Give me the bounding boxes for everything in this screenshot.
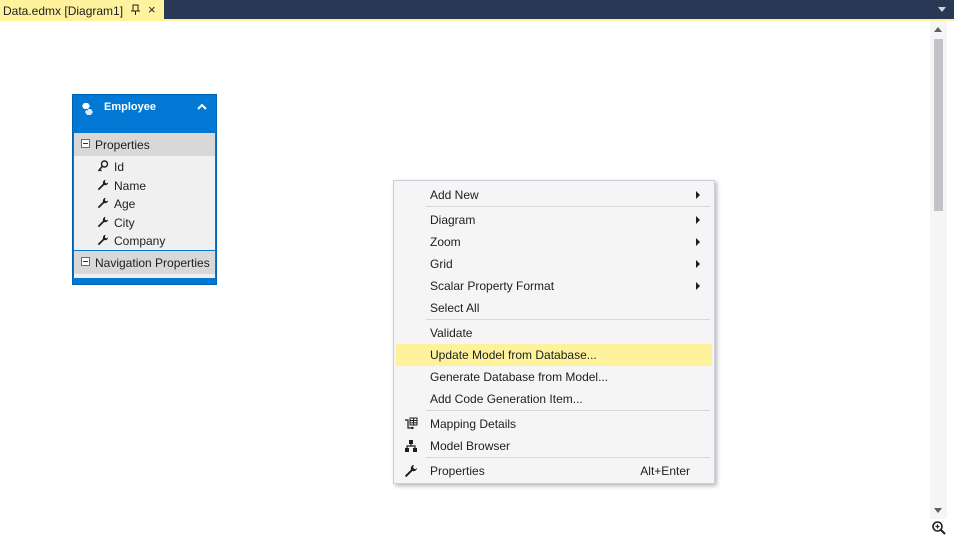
wrench-icon (97, 234, 109, 246)
model-browser-icon (405, 440, 417, 452)
zoom-icon[interactable] (931, 520, 947, 536)
collapse-minus-icon[interactable] (81, 139, 90, 148)
menu-item-grid[interactable]: Grid (396, 253, 712, 275)
menu-item-validate[interactable]: Validate (396, 322, 712, 344)
menu-item-label: Zoom (430, 235, 461, 249)
properties-section-header[interactable]: Properties (74, 133, 215, 156)
menu-separator (426, 319, 710, 320)
scrollbar-thumb[interactable] (934, 39, 943, 211)
menu-separator (426, 410, 710, 411)
property-label: Age (114, 197, 136, 211)
menu-item-add-code-generation-item[interactable]: Add Code Generation Item... (396, 388, 712, 410)
entity-type-icon (82, 103, 93, 115)
menu-item-update-model-from-database[interactable]: Update Model from Database... (396, 344, 712, 366)
submenu-arrow-icon (696, 260, 700, 268)
document-tab[interactable]: Data.edmx [Diagram1] × (0, 0, 164, 21)
menu-item-label: Grid (430, 257, 453, 271)
key-icon (97, 160, 109, 172)
navigation-section-label: Navigation Properties (95, 256, 210, 270)
menu-item-diagram[interactable]: Diagram (396, 209, 712, 231)
wrench-icon (404, 464, 418, 478)
entity-body: Properties Id Name Age City Company Navi… (74, 133, 215, 278)
menu-separator (426, 206, 710, 207)
property-item[interactable]: Age (74, 195, 215, 213)
vertical-scrollbar[interactable] (930, 21, 947, 519)
menu-item-label: Mapping Details (430, 417, 517, 431)
property-item[interactable]: Company (74, 232, 215, 250)
menu-item-scalar-property-format[interactable]: Scalar Property Format (396, 275, 712, 297)
menu-item-label: Add New (430, 188, 479, 202)
document-tab-strip: Data.edmx [Diagram1] × (0, 0, 954, 21)
menu-item-model-browser[interactable]: Model Browser (396, 435, 712, 457)
submenu-arrow-icon (696, 216, 700, 224)
context-menu: Add New Diagram Zoom Grid Scalar Propert… (393, 180, 715, 484)
property-label: Company (114, 234, 166, 248)
menu-item-properties[interactable]: Properties Alt+Enter (396, 460, 712, 482)
menu-item-zoom[interactable]: Zoom (396, 231, 712, 253)
wrench-icon (97, 179, 109, 191)
menu-item-label: Add Code Generation Item... (430, 392, 583, 406)
wrench-icon (97, 216, 109, 228)
menu-item-select-all[interactable]: Select All (396, 297, 712, 319)
document-tab-title: Data.edmx [Diagram1] (3, 3, 124, 18)
submenu-arrow-icon (696, 191, 700, 199)
collapse-chevron-icon[interactable] (197, 103, 207, 111)
scroll-down-icon[interactable] (934, 508, 942, 513)
menu-item-label: Generate Database from Model... (430, 370, 609, 384)
wrench-icon (97, 197, 109, 209)
menu-item-label: Scalar Property Format (430, 279, 555, 293)
menu-item-label: Properties (430, 464, 485, 478)
menu-item-add-new[interactable]: Add New (396, 184, 712, 206)
navigation-section-header[interactable]: Navigation Properties (74, 251, 215, 274)
menu-item-label: Model Browser (430, 439, 511, 453)
menu-item-label: Validate (430, 326, 473, 340)
entity-shape-employee[interactable]: Employee Properties Id Name Age City Com… (72, 94, 217, 285)
menu-item-label: Diagram (430, 213, 476, 227)
tab-list-dropdown-icon[interactable] (938, 7, 946, 12)
submenu-arrow-icon (696, 238, 700, 246)
menu-item-generate-database-from-model[interactable]: Generate Database from Model... (396, 366, 712, 388)
property-item[interactable]: Name (74, 177, 215, 195)
menu-separator (426, 457, 710, 458)
collapse-minus-icon[interactable] (81, 257, 90, 266)
submenu-arrow-icon (696, 282, 700, 290)
pin-icon[interactable] (130, 4, 140, 16)
property-label: Name (114, 179, 147, 193)
property-item[interactable]: City (74, 214, 215, 232)
property-label: Id (114, 160, 125, 174)
entity-name: Employee (104, 101, 156, 113)
property-item[interactable]: Id (74, 158, 215, 176)
entity-header[interactable]: Employee (73, 95, 216, 133)
properties-section-label: Properties (95, 138, 150, 152)
property-label: City (114, 216, 135, 230)
scroll-up-icon[interactable] (934, 27, 942, 32)
close-tab-icon[interactable]: × (148, 2, 156, 18)
menu-item-label: Update Model from Database... (430, 348, 597, 362)
menu-item-mapping-details[interactable]: Mapping Details (396, 413, 712, 435)
mapping-details-icon (405, 417, 418, 430)
menu-item-label: Select All (430, 301, 480, 315)
menu-item-shortcut: Alt+Enter (640, 464, 690, 478)
